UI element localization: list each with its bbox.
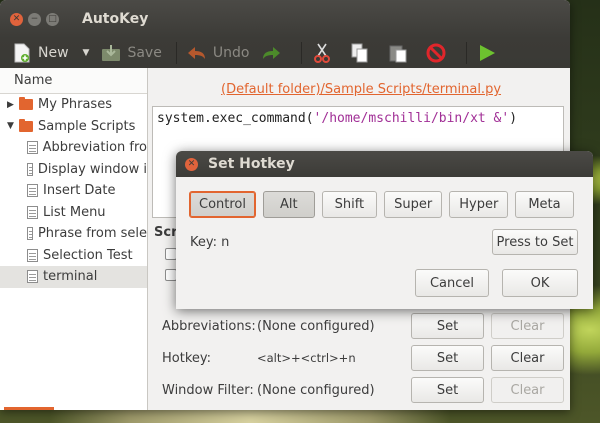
copy-icon — [350, 43, 370, 63]
abbreviations-label: Abbreviations: — [162, 318, 256, 334]
hotkey-label: Hotkey: — [162, 350, 212, 366]
script-file-icon — [27, 184, 38, 198]
tree-item-selection-test[interactable]: Selection Test — [0, 245, 147, 267]
window-filter-row: Window Filter: (None configured) Set Cle… — [162, 377, 564, 403]
window-filter-value: (None configured) — [257, 382, 375, 398]
toolbar-separator — [175, 42, 177, 64]
toolbar-separator — [466, 42, 468, 64]
modifier-toggle-group: Control Alt Shift Super Hyper Meta — [189, 191, 574, 218]
script-file-icon — [27, 270, 38, 284]
modifier-shift-toggle[interactable]: Shift — [321, 191, 378, 218]
undo-label: Undo — [212, 45, 250, 61]
dialog-title: Set Hotkey — [208, 156, 295, 172]
hotkey-value: <alt>+<ctrl>+n — [257, 351, 356, 365]
abbreviations-value: (None configured) — [257, 318, 375, 334]
tree-item-label: Phrase from sele — [37, 226, 147, 242]
tree-item-label: Selection Test — [43, 247, 133, 263]
window-filter-clear-button[interactable]: Clear — [491, 377, 564, 403]
tree-item-abbreviation[interactable]: Abbreviation fro — [0, 137, 147, 159]
copy-button[interactable] — [350, 43, 376, 63]
key-label: Key: n — [190, 235, 230, 250]
script-file-icon — [27, 141, 38, 155]
ok-button[interactable]: OK — [502, 269, 578, 297]
tree-column-header[interactable]: Name — [0, 68, 147, 94]
play-icon — [477, 43, 497, 63]
script-file-icon — [27, 227, 33, 241]
save-icon — [101, 43, 121, 63]
paste-button[interactable] — [388, 43, 414, 63]
modifier-hyper-toggle[interactable]: Hyper — [449, 191, 509, 218]
new-dropdown-icon[interactable]: ▼ — [83, 48, 90, 58]
toolbar-separator — [301, 42, 303, 64]
folder-icon — [19, 97, 33, 111]
hotkey-set-button[interactable]: Set — [411, 345, 484, 371]
code-text: system.exec_command( — [157, 111, 314, 126]
redo-arrow-icon — [261, 43, 281, 63]
abbreviations-set-button[interactable]: Set — [411, 313, 484, 339]
scissors-icon — [312, 43, 332, 63]
modifier-alt-toggle[interactable]: Alt — [263, 191, 315, 218]
delete-button[interactable] — [426, 43, 452, 63]
tree-item-label: Display window i — [37, 161, 147, 177]
window-maximize-button[interactable]: □ — [46, 12, 59, 26]
toolbar: New ▼ Save Undo — [0, 38, 570, 68]
tree-item-label: Insert Date — [43, 183, 116, 199]
tree-item-phrase-from-selection[interactable]: Phrase from sele — [0, 223, 147, 245]
tree-item-label: List Menu — [43, 204, 106, 220]
new-label: New — [38, 45, 69, 61]
new-button[interactable]: New ▼ — [12, 43, 89, 63]
code-string: '/home/mschilli/bin/xt &' — [313, 111, 510, 126]
script-file-icon — [27, 162, 33, 176]
horizontal-scrollbar[interactable] — [4, 407, 54, 410]
modifier-meta-toggle[interactable]: Meta — [515, 191, 574, 218]
stop-delete-icon — [426, 43, 446, 63]
tree-item-label: terminal — [43, 269, 98, 285]
abbreviations-clear-button[interactable]: Clear — [491, 313, 564, 339]
window-titlebar: ✕ − □ AutoKey — [0, 0, 570, 38]
script-file-icon — [27, 248, 38, 262]
save-label: Save — [127, 45, 162, 61]
cancel-button[interactable]: Cancel — [415, 269, 489, 297]
tree-item-list-menu[interactable]: List Menu — [0, 202, 147, 224]
tree-folder-label: Sample Scripts — [38, 118, 136, 134]
set-hotkey-dialog: ✕ Set Hotkey Control Alt Shift Super Hyp… — [176, 151, 593, 309]
dialog-close-button[interactable]: ✕ — [185, 157, 198, 171]
tree-item-terminal[interactable]: terminal — [0, 266, 147, 288]
save-button[interactable]: Save — [101, 43, 162, 63]
tree-item-label: Abbreviation fro — [42, 140, 147, 156]
dialog-titlebar: ✕ Set Hotkey — [176, 151, 593, 177]
window-close-button[interactable]: ✕ — [10, 12, 23, 26]
cut-button[interactable] — [312, 43, 338, 63]
collapse-arrow-icon[interactable]: ▼ — [7, 121, 17, 131]
modifier-super-toggle[interactable]: Super — [384, 191, 443, 218]
tree-item-display-window[interactable]: Display window i — [0, 159, 147, 181]
abbreviations-row: Abbreviations: (None configured) Set Cle… — [162, 313, 564, 339]
tree-folder-my-phrases[interactable]: ▶ My Phrases — [0, 94, 147, 116]
expand-arrow-icon[interactable]: ▶ — [7, 100, 17, 110]
modifier-control-toggle[interactable]: Control — [189, 191, 256, 218]
window-filter-set-button[interactable]: Set — [411, 377, 484, 403]
window-title: AutoKey — [82, 11, 149, 27]
script-path-link[interactable]: (Default folder)/Sample Scripts/terminal… — [221, 82, 501, 97]
paste-clipboard-icon — [388, 43, 408, 63]
redo-button[interactable] — [261, 43, 287, 63]
tree-folder-label: My Phrases — [38, 97, 112, 113]
hotkey-row: Hotkey: <alt>+<ctrl>+n Set Clear — [162, 345, 564, 371]
folder-icon — [19, 118, 33, 132]
script-settings-heading: Scr — [154, 225, 178, 240]
run-button[interactable] — [477, 43, 503, 63]
window-filter-label: Window Filter: — [162, 382, 254, 398]
new-document-icon — [12, 43, 32, 63]
tree-item-insert-date[interactable]: Insert Date — [0, 180, 147, 202]
script-tree: Name ▶ My Phrases ▼ Sample Scripts Abbre… — [0, 68, 148, 410]
undo-arrow-icon — [187, 43, 207, 63]
tree-folder-sample-scripts[interactable]: ▼ Sample Scripts — [0, 116, 147, 138]
undo-button[interactable]: Undo — [187, 43, 250, 63]
press-to-set-button[interactable]: Press to Set — [492, 229, 578, 255]
code-text: ) — [509, 111, 518, 126]
hotkey-clear-button[interactable]: Clear — [491, 345, 564, 371]
script-file-icon — [27, 205, 38, 219]
window-minimize-button[interactable]: − — [28, 12, 41, 26]
